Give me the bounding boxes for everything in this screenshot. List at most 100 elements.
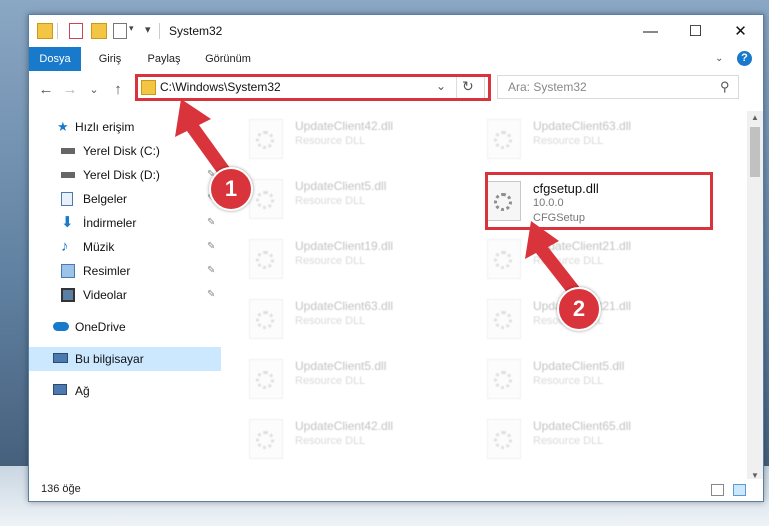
file-description: Resource DLL [295, 435, 366, 447]
properties-icon[interactable] [69, 23, 83, 39]
dll-file-icon [487, 359, 521, 399]
expand-ribbon-icon[interactable]: ⌄ [715, 53, 723, 64]
file-description: Resource DLL [295, 315, 366, 327]
pin-icon[interactable]: ✎ [207, 211, 215, 235]
help-button[interactable]: ? [737, 51, 752, 66]
search-icon[interactable]: ⚲ [720, 79, 730, 95]
recent-locations-button[interactable]: ⌄ [85, 80, 103, 98]
sidebar-item-label: Yerel Disk (D:) [83, 168, 160, 182]
file-name: UpdateClient21.dll [533, 239, 632, 253]
file-name: UpdateClient63.dll [533, 119, 632, 133]
dll-file-icon [249, 299, 283, 339]
documents-icon [61, 192, 73, 206]
dll-file-icon [249, 179, 283, 219]
maximize-button[interactable]: ☐ [673, 15, 718, 47]
quick-access-dropdown-icon[interactable]: ▾ [145, 23, 151, 39]
file-description: Resource DLL [533, 375, 604, 387]
tiles-view-icon[interactable] [733, 484, 746, 496]
sidebar-item-label: OneDrive [75, 320, 126, 334]
step-2-badge: 2 [557, 287, 601, 331]
new-folder-icon[interactable] [91, 23, 107, 39]
vertical-scrollbar[interactable]: ▲ ▼ [747, 111, 763, 483]
sidebar-item-videolar[interactable]: Videolar ✎ [29, 283, 221, 307]
file-item[interactable]: UpdateClient42.dll Resource DLL [249, 115, 481, 165]
dll-file-icon [487, 299, 521, 339]
pin-icon[interactable]: ✎ [207, 235, 215, 259]
file-item[interactable]: UpdateClient42.dll Resource DLL [249, 415, 481, 465]
address-highlight-box [135, 74, 491, 101]
file-name: UpdateClient5.dll [295, 179, 387, 193]
star-icon: ★ [57, 119, 69, 134]
sidebar-item-quick-access[interactable]: ★ Hızlı erişim [29, 115, 221, 139]
sidebar-item-disk-d[interactable]: Yerel Disk (D:) ✎ [29, 163, 221, 187]
file-item[interactable]: UpdateClient65.dll Resource DLL [487, 415, 719, 465]
sidebar-item-belgeler[interactable]: Belgeler ✎ [29, 187, 221, 211]
file-item[interactable]: UpdateClient63.dll Resource DLL [487, 115, 719, 165]
file-name: UpdateClient5.dll [295, 359, 387, 373]
scroll-up-button[interactable]: ▲ [747, 111, 763, 125]
network-icon [53, 384, 67, 395]
sidebar-item-resimler[interactable]: Resimler ✎ [29, 259, 221, 283]
up-button[interactable]: ↑ [109, 80, 127, 98]
file-item[interactable]: UpdateClient19.dll Resource DLL [249, 235, 481, 285]
file-item[interactable]: UpdateClient21.dll Resource DLL [487, 295, 719, 345]
music-icon: ♪ [61, 238, 69, 255]
back-button[interactable]: ← [37, 80, 55, 98]
sidebar-item-ag[interactable]: Ağ [29, 379, 221, 403]
cloud-icon [53, 322, 69, 331]
dll-file-icon [487, 239, 521, 279]
item-count: 136 öğe [41, 483, 81, 495]
minimize-button[interactable]: — [628, 15, 673, 47]
tab-gorunum[interactable]: Görünüm [197, 47, 259, 71]
pin-icon[interactable]: ✎ [207, 139, 215, 163]
drive-icon [61, 172, 75, 178]
file-item[interactable]: UpdateClient5.dll Resource DLL [249, 355, 481, 405]
chevron-down-icon[interactable]: ▾ [129, 23, 134, 39]
file-highlight-box [485, 172, 713, 230]
tab-giris[interactable]: Giriş [87, 47, 133, 71]
file-description: Resource DLL [533, 255, 604, 267]
scrollbar-thumb[interactable] [750, 127, 760, 177]
forward-button[interactable]: → [61, 80, 79, 98]
folder-icon [37, 23, 53, 39]
close-button[interactable]: ✕ [718, 15, 763, 47]
sidebar-item-disk-c[interactable]: Yerel Disk (C:) ✎ [29, 139, 221, 163]
file-description: Resource DLL [295, 375, 366, 387]
sidebar-item-label: Yerel Disk (C:) [83, 144, 160, 158]
search-input[interactable]: Ara: System32 [508, 80, 587, 94]
divider [159, 23, 160, 39]
file-description: Resource DLL [295, 255, 366, 267]
sidebar-item-label: Videolar [83, 288, 127, 302]
sidebar-item-label: Hızlı erişim [75, 120, 135, 134]
customize-icon[interactable] [113, 23, 127, 39]
file-list: UpdateClient42.dll Resource DLL UpdateCl… [221, 111, 741, 483]
pin-icon[interactable]: ✎ [207, 283, 215, 307]
dll-file-icon [249, 419, 283, 459]
sidebar-item-bu-bilgisayar[interactable]: Bu bilgisayar [29, 347, 221, 371]
file-name: UpdateClient19.dll [295, 239, 394, 253]
tab-paylas[interactable]: Paylaş [139, 47, 189, 71]
file-item[interactable]: UpdateClient5.dll Resource DLL [487, 355, 719, 405]
file-item[interactable]: UpdateClient63.dll Resource DLL [249, 295, 481, 345]
sidebar-item-label: Ağ [75, 384, 90, 398]
sidebar-item-label: İndirmeler [83, 216, 137, 230]
details-view-icon[interactable] [711, 484, 724, 496]
tab-dosya[interactable]: Dosya [29, 47, 81, 71]
sidebar-item-indirmeler[interactable]: ⬇ İndirmeler ✎ [29, 211, 221, 235]
video-icon [61, 288, 75, 302]
sidebar-item-muzik[interactable]: ♪ Müzik ✎ [29, 235, 221, 259]
dll-file-icon [249, 119, 283, 159]
computer-icon [53, 353, 68, 363]
drive-icon [61, 148, 75, 154]
file-description: Resource DLL [533, 435, 604, 447]
file-item[interactable]: UpdateClient5.dll Resource DLL [249, 175, 481, 225]
sidebar-item-label: Bu bilgisayar [75, 352, 144, 366]
pin-icon[interactable]: ✎ [207, 259, 215, 283]
title-bar: ▾ ▾ System32 — ☐ ✕ [29, 15, 763, 47]
search-box[interactable]: Ara: System32 ⚲ [497, 75, 739, 99]
file-item[interactable]: UpdateClient21.dll Resource DLL [487, 235, 719, 285]
file-explorer-window: ▾ ▾ System32 — ☐ ✕ Dosya Giriş Paylaş Gö… [28, 14, 764, 502]
file-name: UpdateClient42.dll [295, 119, 394, 133]
sidebar-item-onedrive[interactable]: OneDrive [29, 315, 221, 339]
navigation-pane: ★ Hızlı erişim Yerel Disk (C:) ✎ Yerel D… [29, 111, 221, 481]
